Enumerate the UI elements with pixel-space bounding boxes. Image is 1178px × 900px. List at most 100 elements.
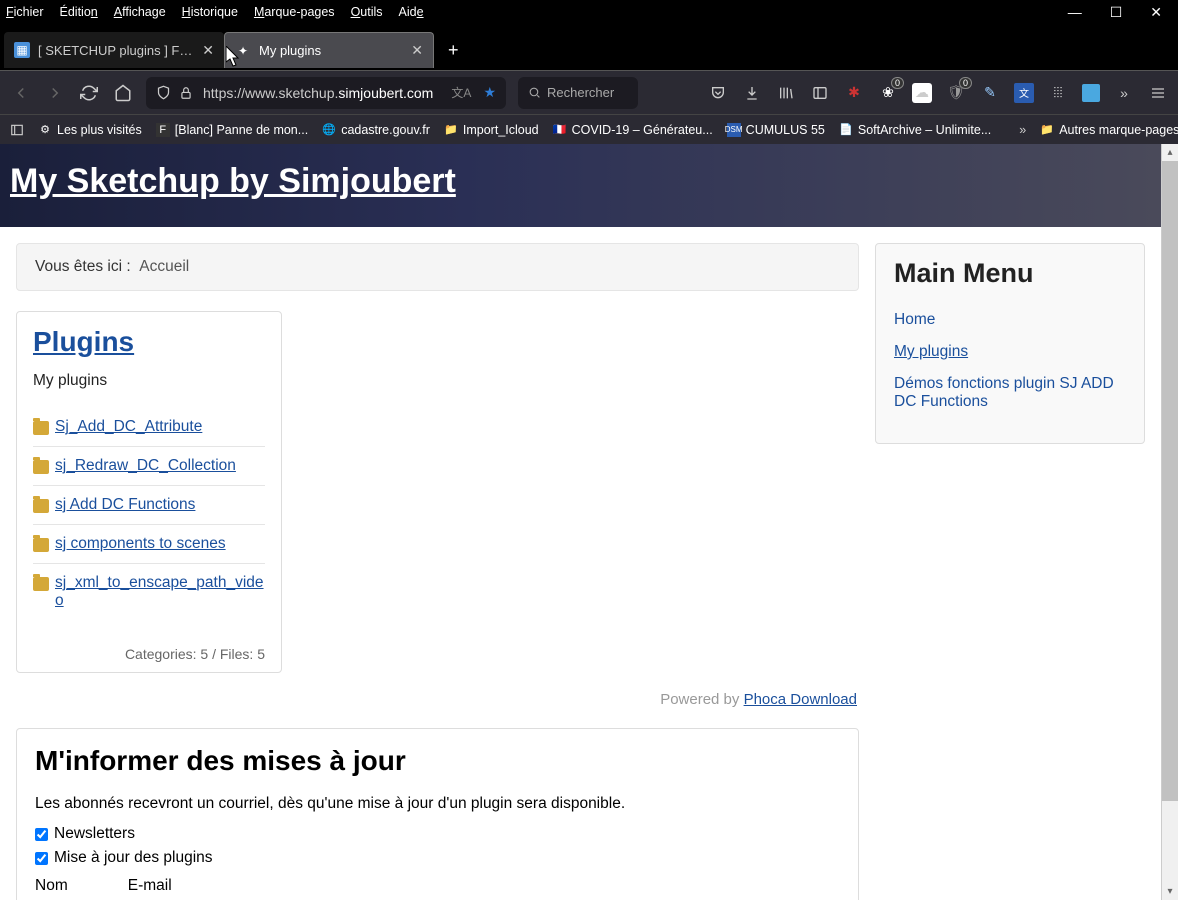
other-bookmarks[interactable]: 📁Autres marque-pages [1040, 123, 1178, 137]
bookmarks-sidebar-icon[interactable] [10, 123, 24, 137]
list-item: sj Add DC Functions [33, 486, 265, 525]
plugin-link[interactable]: sj Add DC Functions [55, 496, 195, 514]
tab-sketchup-plugins[interactable]: ▦ [ SKETCHUP plugins ] Flightpat ✕ [4, 32, 224, 68]
list-item: sj_Redraw_DC_Collection [33, 447, 265, 486]
ext-icon-2[interactable]: ❀0 [878, 83, 898, 103]
menu-aide[interactable]: Aide [399, 5, 424, 19]
folder-icon [33, 421, 49, 435]
plugins-stats: Categories: 5 / Files: 5 [33, 638, 265, 662]
menu-historique[interactable]: Historique [182, 5, 238, 19]
reload-button[interactable] [78, 82, 100, 104]
url-bar[interactable]: https://www.sketchup.simjoubert.com 文A ★ [146, 77, 506, 109]
favicon-icon: ▦ [14, 42, 30, 58]
bm-covid[interactable]: 🇫🇷COVID-19 – Générateu... [553, 123, 713, 137]
app-menu-icon[interactable] [1148, 83, 1168, 103]
shield-icon [156, 85, 171, 100]
folder-icon [33, 538, 49, 552]
ext-icon-4[interactable]: 🛡0 [946, 83, 966, 103]
minimize-button[interactable]: — [1068, 4, 1082, 21]
menu-link-home[interactable]: Home [894, 311, 935, 328]
powered-by: Powered by Phoca Download [16, 691, 857, 708]
search-icon [528, 86, 541, 99]
bm-blanc[interactable]: F[Blanc] Panne de mon... [156, 123, 308, 137]
menu-outils[interactable]: Outils [351, 5, 383, 19]
download-icon[interactable] [742, 83, 762, 103]
plugin-link[interactable]: sj_Redraw_DC_Collection [55, 457, 236, 475]
label-email: E-mail [128, 877, 172, 900]
toolbar: https://www.sketchup.simjoubert.com 文A ★… [0, 70, 1178, 114]
ext-icon-6[interactable]: 文 [1014, 83, 1034, 103]
window-controls: — ☐ ✕ [1068, 4, 1172, 21]
plugins-list: Sj_Add_DC_Attribute sj_Redraw_DC_Collect… [33, 408, 265, 620]
close-button[interactable]: ✕ [1150, 4, 1162, 21]
page-header: My Sketchup by Simjoubert [0, 144, 1161, 227]
plugins-card: Plugins My plugins Sj_Add_DC_Attribute s… [16, 311, 282, 673]
url-text: https://www.sketchup.simjoubert.com [203, 85, 451, 101]
tab-bar: ▦ [ SKETCHUP plugins ] Flightpat ✕ ✦ My … [0, 24, 1178, 70]
subscribe-heading: M'informer des mises à jour [35, 745, 840, 777]
translate-icon[interactable]: 文A [451, 84, 471, 101]
home-button[interactable] [112, 82, 134, 104]
menubar: Fichier Édition Affichage Historique Mar… [0, 0, 1178, 24]
list-item: Sj_Add_DC_Attribute [33, 408, 265, 447]
folder-icon [33, 499, 49, 513]
lock-icon [179, 86, 193, 100]
menu-edition[interactable]: Édition [60, 5, 98, 19]
ext-icon-5[interactable]: ✎ [980, 83, 1000, 103]
bm-import-icloud[interactable]: 📁Import_Icloud [444, 123, 539, 137]
breadcrumb: Vous êtes ici : Accueil [16, 243, 859, 291]
bm-cumulus[interactable]: DSMCUMULUS 55 [727, 123, 825, 137]
scroll-down-icon[interactable]: ▾ [1162, 883, 1178, 900]
checkbox-updates[interactable]: Mise à jour des plugins [35, 849, 840, 867]
main-menu-card: Main Menu Home My plugins Démos fonction… [875, 243, 1145, 444]
checkbox-newsletters[interactable]: Newsletters [35, 825, 840, 843]
bm-softarchive[interactable]: 📄SoftArchive – Unlimite... [839, 123, 991, 137]
menu-affichage[interactable]: Affichage [114, 5, 166, 19]
maximize-button[interactable]: ☐ [1110, 4, 1123, 21]
tab-title: [ SKETCHUP plugins ] Flightpat [38, 43, 194, 58]
bookmarks-overflow-icon[interactable]: » [1019, 123, 1026, 137]
subscribe-desc: Les abonnés recevront un courriel, dès q… [35, 795, 840, 813]
menu-marquepages[interactable]: Marque-pages [254, 5, 335, 19]
plugins-heading-link[interactable]: Plugins [33, 326, 134, 357]
ext-icon-8[interactable] [1082, 84, 1100, 102]
search-bar[interactable]: Rechercher [518, 77, 638, 109]
overflow-icon[interactable]: » [1114, 83, 1134, 103]
forward-button[interactable] [44, 82, 66, 104]
bookmarks-bar: ⚙Les plus visités F[Blanc] Panne de mon.… [0, 114, 1178, 144]
list-item: sj components to scenes [33, 525, 265, 564]
ext-icon-3[interactable]: ☁ [912, 83, 932, 103]
new-tab-button[interactable]: + [448, 40, 459, 61]
checkbox-input[interactable] [35, 828, 48, 841]
label-nom: Nom [35, 877, 68, 900]
bm-most-visited[interactable]: ⚙Les plus visités [38, 123, 142, 137]
vertical-scrollbar[interactable]: ▴ ▾ [1161, 144, 1178, 900]
pocket-icon[interactable] [708, 83, 728, 103]
library-icon[interactable] [776, 83, 796, 103]
bm-cadastre[interactable]: 🌐cadastre.gouv.fr [322, 123, 430, 137]
list-item: sj_xml_to_enscape_path_video [33, 564, 265, 620]
checkbox-input[interactable] [35, 852, 48, 865]
plugin-link[interactable]: Sj_Add_DC_Attribute [55, 418, 202, 436]
scroll-up-icon[interactable]: ▴ [1162, 144, 1178, 161]
tab-close-icon[interactable]: ✕ [202, 42, 214, 59]
ext-icon-7[interactable]: ⦙⦙⦙ [1048, 83, 1068, 103]
bookmark-star-icon[interactable]: ★ [483, 84, 496, 101]
plugin-link[interactable]: sj components to scenes [55, 535, 226, 553]
folder-icon [33, 577, 49, 591]
search-placeholder: Rechercher [547, 85, 614, 100]
back-button[interactable] [10, 82, 32, 104]
menu-heading: Main Menu [894, 258, 1126, 289]
plugin-link[interactable]: sj_xml_to_enscape_path_video [55, 574, 265, 610]
menu-link-myplugins[interactable]: My plugins [894, 343, 968, 360]
phoca-link[interactable]: Phoca Download [744, 691, 857, 708]
sidebar-icon[interactable] [810, 83, 830, 103]
menu-fichier[interactable]: Fichier [6, 5, 44, 19]
ext-icon-1[interactable]: ✱ [844, 83, 864, 103]
page-content: My Sketchup by Simjoubert Vous êtes ici … [0, 144, 1161, 900]
tab-my-plugins[interactable]: ✦ My plugins ✕ [224, 32, 434, 68]
site-title-link[interactable]: My Sketchup by Simjoubert [10, 162, 456, 200]
tab-close-icon[interactable]: ✕ [411, 42, 423, 59]
scrollbar-thumb[interactable] [1162, 161, 1178, 801]
menu-link-demos[interactable]: Démos fonctions plugin SJ ADD DC Functio… [894, 375, 1114, 410]
